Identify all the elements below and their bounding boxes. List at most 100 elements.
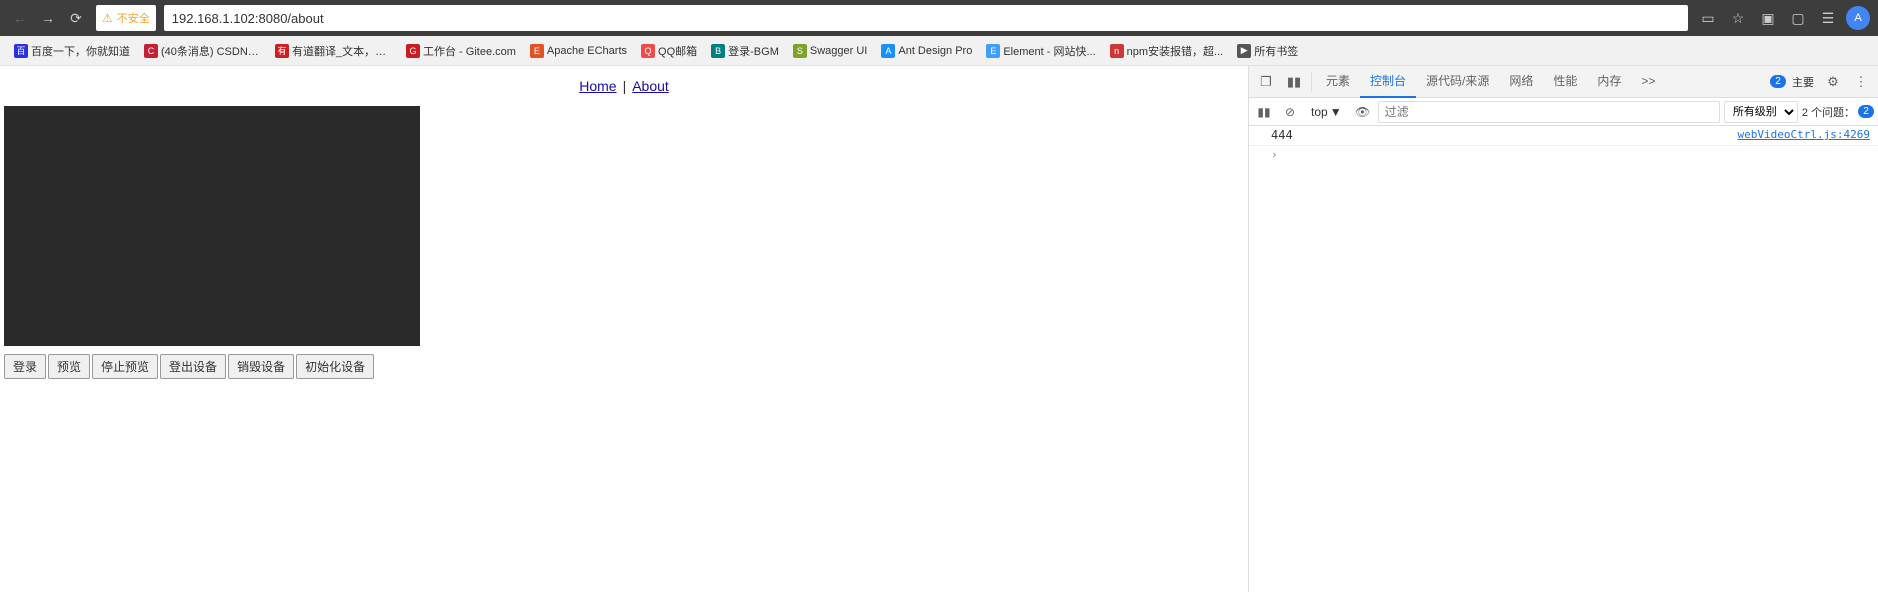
context-label: top [1311, 105, 1328, 119]
devtools-more-btn[interactable]: ⋮ [1848, 69, 1874, 95]
devtools-toolbar2: ▮▮ ⊘ top ▼ 👁 所有级别 2 个问题： 2 [1249, 98, 1878, 126]
main-area: Home | About 登录预览停止预览登出设备销毁设备初始化设备 ❐ ▮▮ … [0, 66, 1878, 592]
security-label: 不安全 [117, 10, 150, 26]
security-indicator: ⚠ 不安全 [96, 5, 156, 31]
devtools-tab-more[interactable]: >> [1631, 66, 1665, 98]
bookmark-bgm[interactable]: B登录-BGM [705, 40, 785, 62]
bookmark-label-all: 所有书签 [1254, 43, 1298, 59]
devtools-select-btn[interactable]: ❐ [1253, 69, 1279, 95]
bookmark-all[interactable]: ▶所有书签 [1231, 40, 1304, 62]
console-context-select[interactable]: top ▼ [1305, 103, 1348, 121]
action-logout-button[interactable]: 登出设备 [160, 354, 226, 379]
bookmark-label-csdn: (40条消息) CSDN -... [161, 43, 261, 59]
bookmark-icon-gitee: G [406, 44, 420, 58]
bookmarks-list: 百百度一下，你就知道C(40条消息) CSDN -...有有道翻译_文本，文..… [8, 40, 1304, 62]
refresh-button[interactable]: ⟳ [64, 6, 88, 30]
bookmark-icon-baidu: 百 [14, 44, 28, 58]
back-button[interactable]: ← [8, 6, 32, 30]
bookmark-label-baidu: 百度一下，你就知道 [31, 43, 130, 59]
action-login-button[interactable]: 登录 [4, 354, 46, 379]
bookmarks-bar-button[interactable]: ☰ [1816, 6, 1840, 30]
devtools-console: 444 webVideoCtrl.js:4269 › [1249, 126, 1878, 592]
console-eye-btn[interactable]: 👁 [1352, 101, 1374, 123]
devtools-theme-btn[interactable]: 主要 [1788, 69, 1818, 95]
forward-button[interactable]: → [36, 6, 60, 30]
action-init-button[interactable]: 初始化设备 [296, 354, 374, 379]
nav-home-link[interactable]: Home [579, 78, 616, 94]
video-box [4, 106, 420, 346]
bookmark-icon-bgm: B [711, 44, 725, 58]
nav-buttons: ← → ⟳ [8, 6, 88, 30]
bookmark-label-gitee: 工作台 - Gitee.com [423, 43, 516, 59]
devtools-tab-console[interactable]: 控制台 [1360, 66, 1416, 98]
bookmark-icon-csdn: C [144, 44, 158, 58]
bookmark-button[interactable]: ☆ [1726, 6, 1750, 30]
bookmark-icon-echarts: E [530, 44, 544, 58]
console-expand-row: › [1249, 146, 1878, 163]
bookmark-label-echarts: Apache ECharts [547, 45, 627, 57]
bookmark-baidu[interactable]: 百百度一下，你就知道 [8, 40, 136, 62]
address-bar[interactable]: 192.168.1.102:8080/about [164, 5, 1688, 31]
devtools-tab-sources[interactable]: 源代码/来源 [1416, 66, 1499, 98]
bookmark-ant[interactable]: AAnt Design Pro [875, 40, 978, 62]
bookmarks-bar: 百百度一下，你就知道C(40条消息) CSDN -...有有道翻译_文本，文..… [0, 36, 1878, 66]
console-filter-input[interactable] [1378, 101, 1720, 123]
bookmark-element[interactable]: EElement - 网站快... [980, 40, 1101, 62]
profile-letter: A [1854, 12, 1861, 24]
bookmark-youdao[interactable]: 有有道翻译_文本，文... [269, 40, 398, 62]
console-level-select[interactable]: 所有级别 [1724, 101, 1798, 123]
browser-topbar: ← → ⟳ ⚠ 不安全 192.168.1.102:8080/about ▭ ☆… [0, 0, 1878, 36]
action-stop_preview-button[interactable]: 停止预览 [92, 354, 158, 379]
devtools-tab-performance[interactable]: 性能 [1543, 66, 1587, 98]
console-sidebar-btn[interactable]: ▮▮ [1253, 101, 1275, 123]
toolbar-separator [1311, 72, 1312, 92]
bookmark-label-qq: QQ邮箱 [658, 43, 697, 59]
page-nav: Home | About [0, 66, 1248, 106]
chevron-right-icon[interactable]: › [1271, 148, 1278, 161]
warning-icon: ⚠ [102, 11, 113, 25]
browser-actions: ▭ ☆ ▣ ▢ ☰ A [1696, 6, 1870, 30]
devtools-panel: ❐ ▮▮ 元素控制台源代码/来源网络性能内存>> 2 主要 ⚙ ⋮ ▮▮ ⊘ t… [1248, 66, 1878, 592]
bookmark-npm[interactable]: nnpm安装报错，超... [1104, 40, 1230, 62]
bookmark-label-ant: Ant Design Pro [898, 45, 972, 57]
bookmark-icon-qq: Q [641, 44, 655, 58]
devtools-tab-network[interactable]: 网络 [1499, 66, 1543, 98]
video-container [0, 106, 1248, 346]
bookmark-icon-all: ▶ [1237, 44, 1251, 58]
issues-count-display[interactable]: 2 个问题： 2 [1802, 104, 1874, 120]
issues-badge-main: 2 [1770, 75, 1786, 88]
console-clear-btn[interactable]: ⊘ [1279, 101, 1301, 123]
action-destroy-button[interactable]: 销毁设备 [228, 354, 294, 379]
bookmark-echarts[interactable]: EApache ECharts [524, 40, 633, 62]
profile-button[interactable]: A [1846, 6, 1870, 30]
nav-separator: | [623, 78, 627, 94]
devtools-tabs: 元素控制台源代码/来源网络性能内存>> [1316, 66, 1665, 98]
action-buttons: 登录预览停止预览登出设备销毁设备初始化设备 [0, 346, 1248, 387]
devtools-tab-memory[interactable]: 内存 [1587, 66, 1631, 98]
bookmark-gitee[interactable]: G工作台 - Gitee.com [400, 40, 522, 62]
bookmark-qq[interactable]: QQQ邮箱 [635, 40, 703, 62]
extensions-button[interactable]: ▣ [1756, 6, 1780, 30]
page-content: Home | About 登录预览停止预览登出设备销毁设备初始化设备 [0, 66, 1248, 592]
issues-badge-count: 2 [1858, 105, 1874, 118]
bookmark-label-youdao: 有道翻译_文本，文... [292, 43, 392, 59]
bookmark-swagger[interactable]: SSwagger UI [787, 40, 873, 62]
nav-about-link[interactable]: About [632, 78, 669, 94]
action-preview-button[interactable]: 预览 [48, 354, 90, 379]
window-button[interactable]: ▢ [1786, 6, 1810, 30]
devtools-settings-btn[interactable]: ⚙ [1820, 69, 1846, 95]
devtools-device-btn[interactable]: ▮▮ [1281, 69, 1307, 95]
bookmark-icon-element: E [986, 44, 1000, 58]
devtools-tab-elements[interactable]: 元素 [1316, 66, 1360, 98]
issues-count-text: 2 个问题： [1802, 104, 1855, 120]
url-text: 192.168.1.102:8080/about [172, 11, 324, 26]
bookmark-icon-npm: n [1110, 44, 1124, 58]
devtools-actions: 2 主要 ⚙ ⋮ [1770, 69, 1874, 95]
console-file-link[interactable]: webVideoCtrl.js:4269 [1738, 128, 1870, 141]
console-row: 444 webVideoCtrl.js:4269 [1249, 126, 1878, 146]
cast-button[interactable]: ▭ [1696, 6, 1720, 30]
bookmark-icon-swagger: S [793, 44, 807, 58]
bookmark-label-bgm: 登录-BGM [728, 43, 779, 59]
bookmark-icon-ant: A [881, 44, 895, 58]
bookmark-csdn[interactable]: C(40条消息) CSDN -... [138, 40, 267, 62]
